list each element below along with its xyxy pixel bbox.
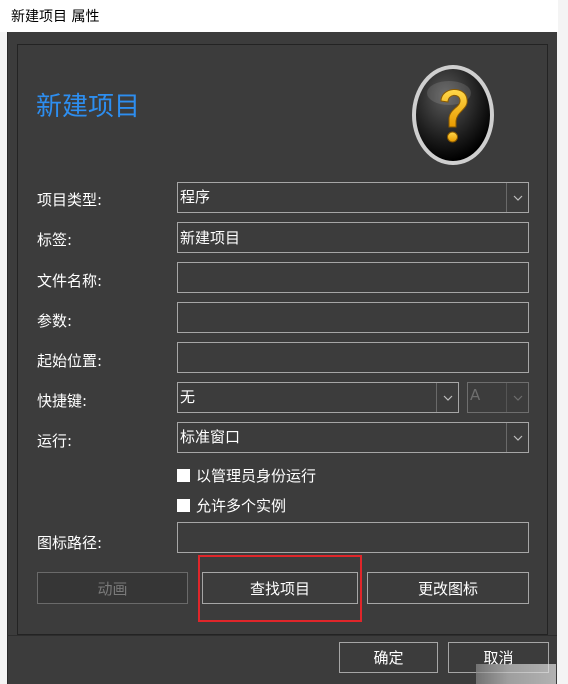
hotkey-modifier-value: 无: [180, 388, 196, 406]
allow-multiple-checkbox[interactable]: 允许多个实例: [177, 495, 286, 516]
chevron-down-icon[interactable]: [436, 383, 458, 412]
run-as-admin-label: 以管理员身份运行: [196, 467, 317, 485]
animate-button[interactable]: 动画: [37, 572, 188, 604]
chevron-down-icon[interactable]: [506, 383, 528, 412]
filename-label: 文件名称:: [37, 272, 103, 290]
page-title: 新建项目: [36, 92, 141, 122]
window-title: 新建项目 属性: [11, 9, 100, 25]
hotkey-key-select[interactable]: A: [467, 382, 529, 413]
tag-input[interactable]: 新建项目: [177, 222, 529, 253]
chevron-down-icon[interactable]: [506, 423, 528, 452]
hotkey-label: 快捷键:: [37, 392, 88, 410]
project-type-value: 程序: [180, 188, 211, 206]
run-label: 运行:: [37, 432, 73, 450]
tag-label: 标签:: [37, 231, 73, 249]
project-type-select[interactable]: 程序: [177, 182, 529, 213]
divider: [7, 635, 557, 636]
params-input[interactable]: [177, 302, 529, 333]
question-mark-icon: [411, 63, 495, 167]
icon-path-input[interactable]: [177, 522, 529, 553]
start-dir-label: 起始位置:: [37, 352, 103, 370]
checkbox-box[interactable]: [177, 469, 190, 482]
run-mode-select[interactable]: 标准窗口: [177, 422, 529, 453]
checkbox-box[interactable]: [177, 499, 190, 512]
run-mode-value: 标准窗口: [180, 428, 241, 446]
hotkey-key-value: A: [470, 386, 481, 404]
title-bar: 新建项目 属性: [0, 0, 558, 32]
change-icon-button[interactable]: 更改图标: [367, 572, 529, 604]
allow-multiple-label: 允许多个实例: [196, 497, 287, 515]
filename-input[interactable]: [177, 262, 529, 293]
watermark-blur: [476, 664, 556, 684]
annotation-highlight-box: [198, 555, 362, 622]
hotkey-modifier-select[interactable]: 无: [177, 382, 459, 413]
icon-path-label: 图标路径:: [37, 534, 103, 552]
ok-button[interactable]: 确定: [339, 642, 438, 673]
start-dir-input[interactable]: [177, 342, 529, 373]
run-as-admin-checkbox[interactable]: 以管理员身份运行: [177, 465, 316, 486]
params-label: 参数:: [37, 312, 73, 330]
chevron-down-icon[interactable]: [506, 183, 528, 212]
project-type-label: 项目类型:: [37, 191, 103, 209]
